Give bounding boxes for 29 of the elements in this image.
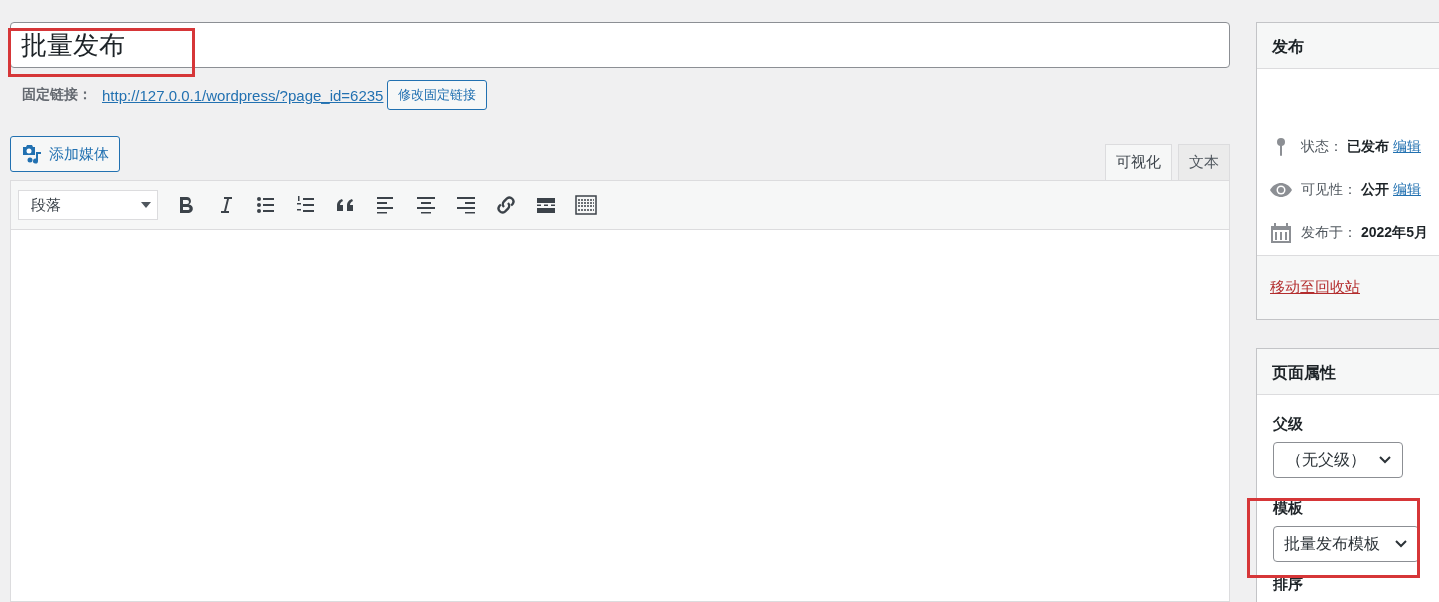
meta-value: 2022年5月 bbox=[1361, 223, 1428, 242]
meta-value: 公开 bbox=[1361, 180, 1389, 199]
add-media-button[interactable]: 添加媒体 bbox=[10, 136, 120, 172]
editor-tab[interactable]: 文本 bbox=[1178, 144, 1230, 180]
media-icon bbox=[21, 144, 43, 164]
panel-title: 发布 bbox=[1257, 23, 1439, 69]
title-field[interactable]: 批量发布 bbox=[10, 22, 1230, 68]
edit-permalink-button[interactable]: 修改固定链接 bbox=[387, 80, 488, 110]
meta-value: 已发布 bbox=[1347, 137, 1389, 156]
permalink-link[interactable]: http://127.0.0.1/wordpress/?page_id=6235 bbox=[102, 86, 384, 104]
meta-label: 可见性： bbox=[1301, 180, 1357, 199]
permalink-label: 固定链接： bbox=[22, 86, 92, 104]
format-select[interactable]: 段落 bbox=[18, 190, 158, 220]
calendar-icon bbox=[1269, 221, 1293, 244]
meta-label: 状态： bbox=[1301, 137, 1343, 156]
trash-link[interactable]: 移动至回收站 bbox=[1270, 278, 1360, 295]
edit-link[interactable]: 编辑 bbox=[1393, 137, 1421, 156]
keyboard-icon[interactable] bbox=[574, 193, 598, 217]
parent-select[interactable]: （无父级） bbox=[1273, 442, 1403, 478]
link-icon[interactable] bbox=[494, 193, 518, 217]
edit-link[interactable]: 编辑 bbox=[1393, 180, 1421, 199]
dropdown-arrow-icon bbox=[141, 201, 151, 209]
meta-label: 发布于： bbox=[1301, 223, 1357, 242]
field-label: 父级 bbox=[1273, 415, 1304, 433]
editor-tab[interactable]: 可视化 bbox=[1105, 144, 1172, 180]
chevron-down-icon bbox=[1394, 539, 1408, 549]
chevron-down-icon bbox=[1378, 455, 1392, 465]
panel-title: 页面属性 bbox=[1257, 349, 1439, 395]
field-label: 模板 bbox=[1273, 499, 1304, 517]
